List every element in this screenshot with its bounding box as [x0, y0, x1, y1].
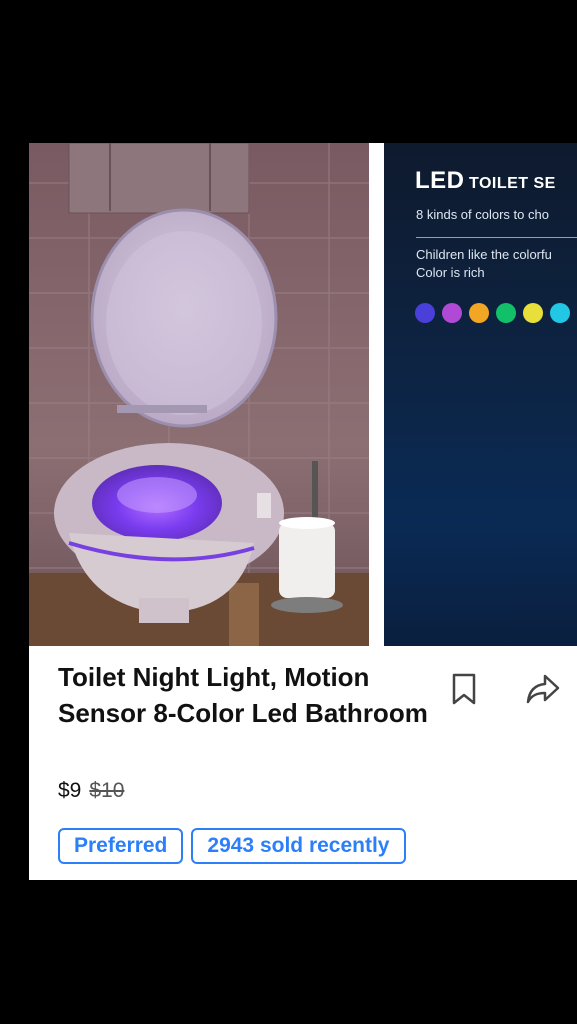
image-description: Children like the colorfu Color is rich — [416, 247, 552, 280]
share-icon — [526, 674, 560, 704]
price: $9 $10 — [58, 779, 124, 803]
original-price: $10 — [89, 779, 125, 802]
bookmark-icon — [452, 673, 476, 705]
color-dot — [469, 303, 489, 323]
preferred-badge[interactable]: Preferred — [58, 828, 184, 864]
color-dots — [415, 303, 570, 323]
color-dot — [523, 303, 543, 323]
color-dot — [550, 303, 570, 323]
image-heading: LED TOILET SE — [415, 167, 556, 194]
current-price: $9 — [58, 779, 82, 802]
color-dot — [415, 303, 435, 323]
product-photo-led-colors[interactable]: LED TOILET SE 8 kinds of colors to cho C… — [384, 143, 577, 646]
product-card[interactable]: LED TOILET SE 8 kinds of colors to cho C… — [29, 143, 577, 880]
bookmark-button[interactable] — [444, 671, 484, 707]
divider — [416, 237, 577, 238]
color-dot — [496, 303, 516, 323]
color-dot — [442, 303, 462, 323]
product-photo-toilet[interactable] — [29, 143, 369, 646]
badge-row: Preferred 2943 sold recently — [58, 828, 406, 864]
product-title[interactable]: Toilet Night Light, Motion Sensor 8-Colo… — [58, 659, 428, 731]
sold-count-badge[interactable]: 2943 sold recently — [191, 828, 406, 864]
share-button[interactable] — [523, 671, 563, 707]
image-subtitle: 8 kinds of colors to cho — [416, 207, 549, 222]
image-gallery[interactable]: LED TOILET SE 8 kinds of colors to cho C… — [29, 143, 577, 646]
